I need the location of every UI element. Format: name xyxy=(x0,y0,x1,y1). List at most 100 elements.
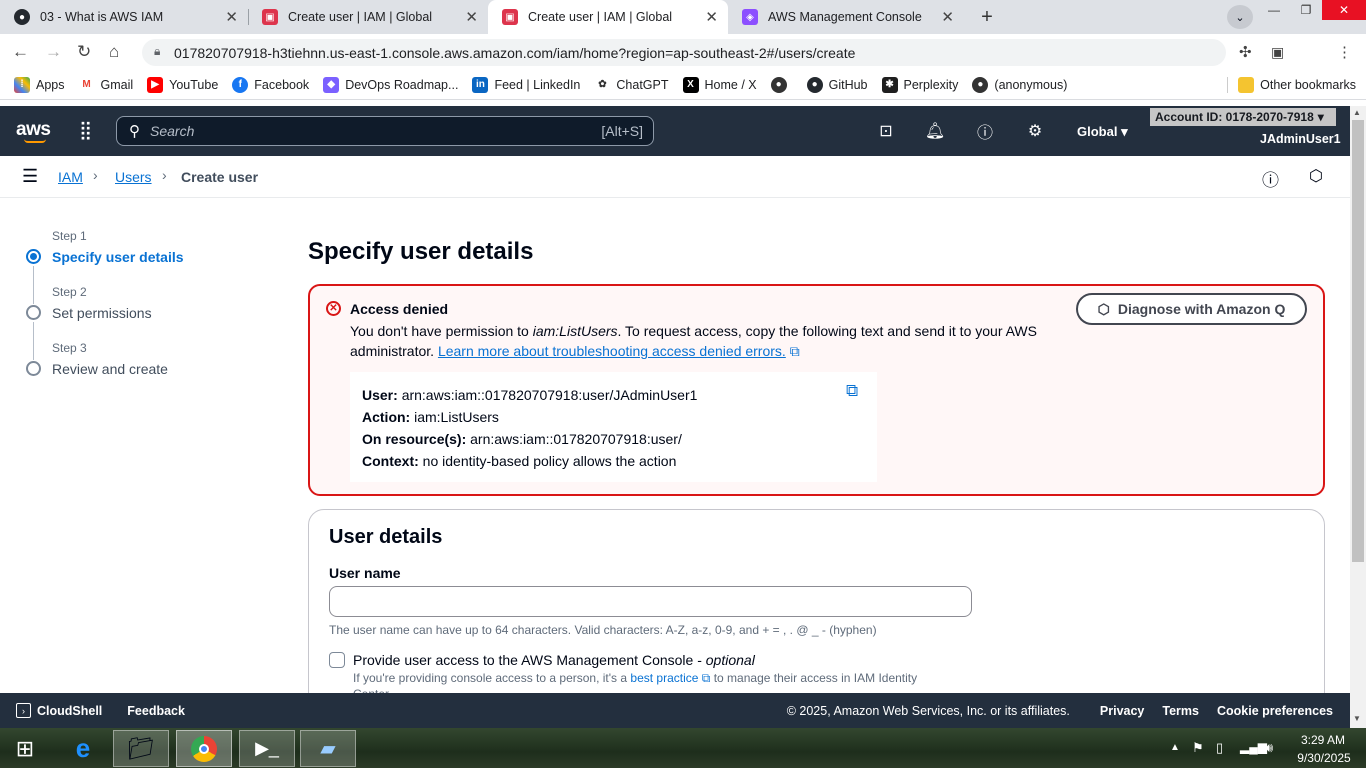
tab-search-icon[interactable]: ⌄ xyxy=(1227,5,1253,29)
scroll-up-arrow-icon[interactable]: ▲ xyxy=(1353,108,1361,117)
terminal-app-icon[interactable]: ▶_ xyxy=(239,730,295,767)
diagnose-amazon-q-button[interactable]: ⬡ Diagnose with Amazon Q xyxy=(1076,293,1307,325)
bookmark-chatgpt[interactable]: ✿ ChatGPT xyxy=(594,76,669,93)
console-access-label[interactable]: Provide user access to the AWS Managemen… xyxy=(353,652,755,668)
action-center-flag-icon[interactable]: ⚑ xyxy=(1192,740,1204,756)
services-grid-icon[interactable]: ⣿ xyxy=(79,120,92,141)
home-icon[interactable]: ⌂ xyxy=(109,42,119,62)
globe-icon: ● xyxy=(770,76,787,93)
amazon-q-icon[interactable]: ⬡ xyxy=(1309,166,1323,186)
menu-kebab-icon[interactable]: ⋮ xyxy=(1337,43,1352,61)
best-practice-link[interactable]: best practice xyxy=(630,671,698,685)
side-panel-icon[interactable]: ▣ xyxy=(1271,44,1284,61)
cloudshell-link[interactable]: CloudShell xyxy=(37,704,102,718)
bookmark-label: DevOps Roadmap... xyxy=(345,77,459,92)
breadcrumb-users[interactable]: Users xyxy=(115,169,152,185)
chrome-icon[interactable] xyxy=(176,730,232,767)
diagnose-button-label: Diagnose with Amazon Q xyxy=(1117,301,1286,317)
cloudshell-icon[interactable]: ⊡ xyxy=(875,121,897,141)
bookmark-linkedin[interactable]: in Feed | LinkedIn xyxy=(472,76,580,93)
extensions-icon[interactable]: ✣ xyxy=(1239,43,1252,61)
notifications-bell-icon[interactable]: 🔔︎ xyxy=(924,121,946,141)
privacy-link[interactable]: Privacy xyxy=(1100,704,1144,718)
close-icon[interactable]: ✕ xyxy=(941,8,954,26)
alert-message-text: . To request access, copy the following … xyxy=(617,323,1037,339)
bookmark-label: Facebook xyxy=(254,77,310,92)
restore-icon[interactable]: ❐ xyxy=(1290,0,1322,20)
aws-cube-icon: ◈ xyxy=(742,9,758,25)
bookmark-anonymous[interactable]: ● (anonymous) xyxy=(972,76,1067,93)
close-icon[interactable]: ✕ xyxy=(465,8,478,26)
username-hint: The user name can have up to 64 characte… xyxy=(329,623,877,637)
tab-title: Create user | IAM | Global xyxy=(528,10,673,24)
bookmark-youtube[interactable]: ▶ YouTube xyxy=(147,76,218,93)
browser-tab-1[interactable]: ● 03 - What is AWS IAM ✕ xyxy=(0,0,248,34)
copy-icon[interactable]: ⧉ xyxy=(846,381,858,401)
bookmark-facebook[interactable]: f Facebook xyxy=(232,76,310,93)
windows-start-icon[interactable]: ⊞ xyxy=(0,730,50,767)
account-id-banner[interactable]: Account ID: 0178-2070-7918 ▾ xyxy=(1150,108,1336,126)
minimize-icon[interactable]: — xyxy=(1258,0,1290,20)
bookmark-globe[interactable]: ● xyxy=(770,76,793,93)
back-icon[interactable]: ← xyxy=(12,42,29,62)
bookmark-devops[interactable]: ◆ DevOps Roadmap... xyxy=(323,76,459,93)
detail-value: no identity-based policy allows the acti… xyxy=(422,453,677,469)
terms-link[interactable]: Terms xyxy=(1162,704,1199,718)
battery-icon[interactable]: ▯ xyxy=(1216,740,1223,756)
settings-gear-icon[interactable]: ⚙ xyxy=(1024,121,1046,141)
search-input[interactable]: ⚲ Search [Alt+S] xyxy=(116,116,654,146)
alert-action: iam:ListUsers xyxy=(532,323,618,339)
notes-app-icon[interactable]: ▰ xyxy=(300,730,356,767)
reload-icon[interactable]: ↻ xyxy=(77,42,91,62)
network-signal-icon[interactable]: ▂▄▆ xyxy=(1240,740,1267,754)
close-icon[interactable]: ✕ xyxy=(705,8,718,26)
file-explorer-icon[interactable]: 📁︎ xyxy=(113,730,169,767)
console-access-checkbox[interactable] xyxy=(329,652,345,668)
browser-tab-3-active[interactable]: ▣ Create user | IAM | Global ✕ xyxy=(488,0,728,34)
step-connector xyxy=(33,266,34,304)
new-tab-button[interactable]: + xyxy=(973,4,1001,30)
bookmark-label: ChatGPT xyxy=(616,77,669,92)
folder-icon xyxy=(1238,76,1255,93)
troubleshooting-link[interactable]: Learn more about troubleshooting access … xyxy=(438,343,786,359)
scroll-down-arrow-icon[interactable]: ▼ xyxy=(1353,714,1361,723)
cookie-preferences-link[interactable]: Cookie preferences xyxy=(1217,704,1333,718)
volume-icon[interactable]: 🔊︎ xyxy=(1265,740,1273,756)
region-selector[interactable]: Global ▾ xyxy=(1077,124,1128,140)
detail-resource: On resource(s): arn:aws:iam::01782070791… xyxy=(362,428,865,450)
forward-icon[interactable]: → xyxy=(45,42,62,62)
clock-time[interactable]: 3:29 AM xyxy=(1299,733,1347,747)
info-icon[interactable]: ⓘ xyxy=(1262,166,1279,191)
perplexity-icon: ✱ xyxy=(881,76,898,93)
close-window-icon[interactable]: ✕ xyxy=(1322,0,1366,20)
cloudshell-icon: › xyxy=(16,703,31,718)
alert-message-text: You don't have permission to xyxy=(350,323,533,339)
step-1-name[interactable]: Specify user details xyxy=(52,249,184,265)
step-3-name: Review and create xyxy=(52,361,168,377)
breadcrumb-iam[interactable]: IAM xyxy=(58,169,83,185)
bookmark-github[interactable]: ● GitHub xyxy=(806,76,868,93)
aws-logo[interactable]: aws xyxy=(16,119,51,141)
detail-value: arn:aws:iam::017820707918:user/ xyxy=(470,431,682,447)
bookmark-apps[interactable]: ⁞ Apps xyxy=(14,76,65,93)
username-input[interactable] xyxy=(329,586,972,617)
browser-tab-4[interactable]: ◈ AWS Management Console ✕ xyxy=(728,0,964,34)
search-placeholder: Search xyxy=(150,123,195,139)
bookmark-x[interactable]: X Home / X xyxy=(682,76,757,93)
tray-expand-icon[interactable]: ▲ xyxy=(1170,742,1180,753)
feedback-link[interactable]: Feedback xyxy=(127,704,185,718)
aws-iam-icon: ▣ xyxy=(262,9,278,25)
other-bookmarks[interactable]: Other bookmarks xyxy=(1227,76,1356,93)
browser-tab-2[interactable]: ▣ Create user | IAM | Global ✕ xyxy=(248,0,488,34)
bookmark-perplexity[interactable]: ✱ Perplexity xyxy=(881,76,958,93)
address-bar[interactable]: 🔒︎ 017820707918-h3tiehnn.us-east-1.conso… xyxy=(142,39,1226,66)
hamburger-menu-icon[interactable]: ☰ xyxy=(22,166,38,187)
bookmark-gmail[interactable]: M Gmail xyxy=(78,76,134,93)
help-icon[interactable]: ⓘ xyxy=(974,121,996,142)
scrollbar-thumb[interactable] xyxy=(1352,120,1364,562)
account-user-menu[interactable]: JAdminUser1 xyxy=(1260,132,1341,146)
close-icon[interactable]: ✕ xyxy=(225,8,238,26)
clock-date[interactable]: 9/30/2025 xyxy=(1295,751,1353,765)
internet-explorer-icon[interactable]: e xyxy=(55,730,111,767)
bookmark-label: Gmail xyxy=(100,77,134,92)
